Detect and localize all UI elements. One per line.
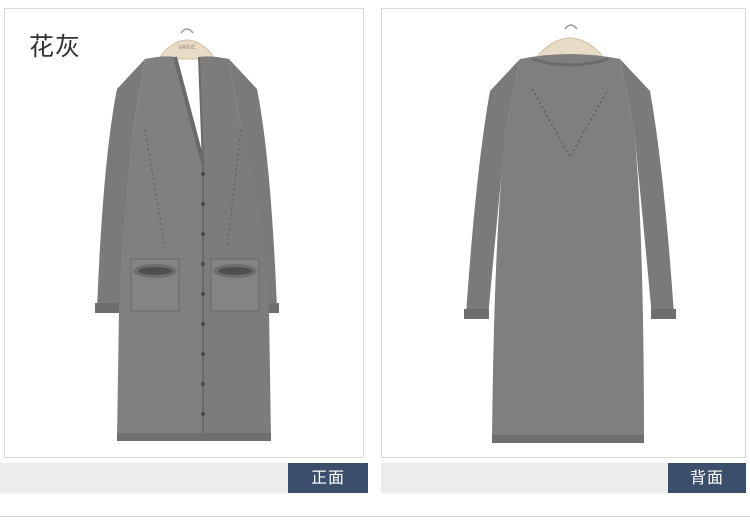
back-view-label: 背面	[668, 463, 746, 493]
divider	[0, 516, 750, 517]
back-view-panel	[381, 8, 746, 458]
back-cardigan-photo	[464, 24, 676, 443]
front-view-caption-bar: 正面	[0, 463, 368, 493]
front-view-panel: 花灰 VARIE	[4, 8, 364, 458]
back-view-caption-bar: 背面	[381, 463, 746, 493]
front-cardigan-photo: VARIE	[95, 28, 279, 441]
hanger-icon	[535, 24, 605, 60]
hanger-icon: VARIE	[158, 28, 216, 60]
hanger-tag-text: VARIE	[178, 44, 196, 51]
front-view-label: 正面	[288, 463, 368, 493]
